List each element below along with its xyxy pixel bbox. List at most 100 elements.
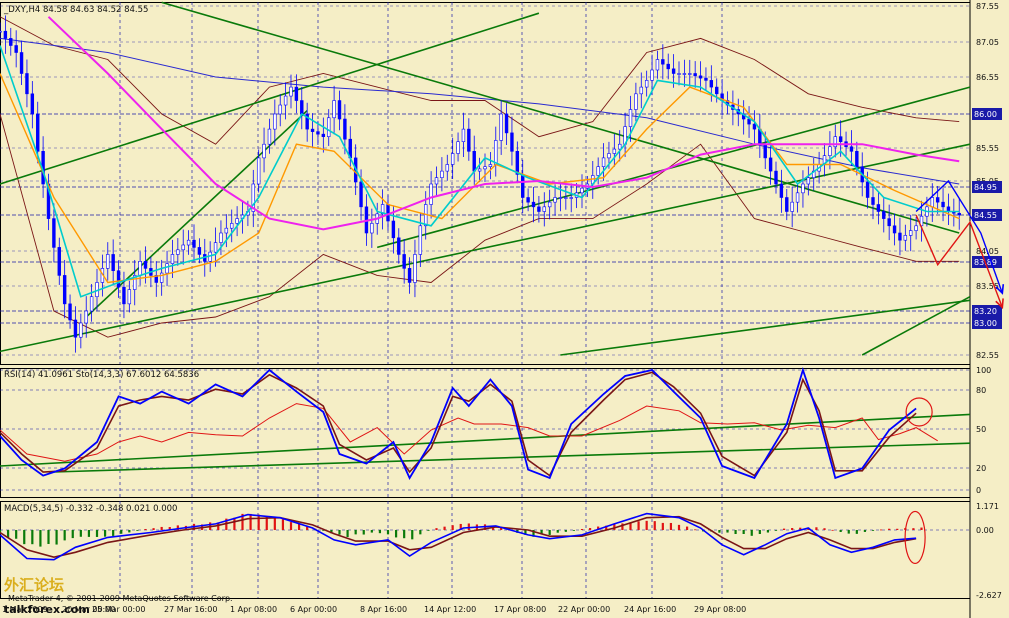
candle-body [143, 261, 148, 269]
candle-body [434, 177, 439, 185]
macd-histogram-bar [564, 530, 567, 532]
candle-body [677, 73, 681, 75]
candle-body [337, 100, 342, 120]
candle-body [795, 192, 800, 203]
candle-body [450, 153, 455, 165]
macd-histogram-bar [750, 530, 753, 536]
candle-body [510, 132, 514, 152]
candle-body [402, 254, 406, 269]
candle-body [327, 117, 331, 137]
macd-histogram-bar [289, 522, 293, 530]
candle-body [580, 187, 584, 194]
candle-body [833, 136, 837, 148]
candle-body [0, 30, 2, 33]
macd-histogram-bar [120, 530, 123, 534]
candles [0, 15, 961, 353]
candle-body [526, 197, 530, 203]
candle-body [558, 197, 563, 199]
macd-histogram-bar [103, 530, 107, 537]
macd-histogram-bar [47, 530, 50, 544]
candle-body [698, 75, 703, 79]
candle-body [903, 235, 908, 241]
candle-body [9, 38, 13, 46]
candle-body [531, 201, 536, 208]
macd-tick-label: 1.171 [976, 502, 999, 511]
candle-body [838, 136, 843, 143]
candle-body [628, 109, 633, 127]
candle-body [273, 113, 277, 130]
candle-body [483, 166, 487, 170]
macd-panel-frame [0, 501, 971, 599]
candle-body [256, 157, 261, 185]
time-axis-label: 22 Apr 00:00 [558, 605, 610, 614]
time-axis-label: 29 Apr 08:00 [694, 605, 746, 614]
macd-histogram-bar [354, 530, 357, 535]
macd-histogram-bar [443, 526, 446, 530]
macd-histogram-bar [394, 530, 398, 538]
macd-histogram-bar [160, 526, 163, 530]
candle-body [682, 73, 687, 75]
candle-body [52, 218, 56, 248]
metatrader-chart-window: 87.5587.0586.5586.0085.5585.0584.9584.55… [0, 0, 1009, 618]
candle-body [887, 218, 891, 227]
candle-body [515, 151, 520, 175]
price-tick-label: 85.55 [976, 144, 999, 153]
macd-tick-label: -2.627 [976, 591, 1002, 600]
candle-body [300, 100, 304, 115]
macd-histogram-bar [346, 530, 349, 538]
candle-body [882, 211, 886, 219]
copyright-text: MetaTrader 4, © 2001-2009 MetaQuotes Sof… [8, 594, 233, 603]
macd-histogram-bar [742, 530, 745, 534]
macd-histogram-bar [896, 528, 899, 530]
candle-body [693, 73, 697, 77]
candle-body [914, 225, 918, 231]
candle-body [499, 113, 503, 141]
candle-body [3, 30, 8, 39]
macd-histogram-bar [112, 530, 115, 536]
candle-body [488, 164, 493, 167]
candle-body [321, 133, 326, 137]
candle-body [283, 95, 288, 106]
macd-histogram-bar [920, 527, 923, 530]
macd-histogram [0, 513, 923, 547]
candle-body [504, 113, 509, 134]
rsi-line [0, 403, 938, 462]
candle-body [127, 289, 132, 305]
macd-histogram-bar [782, 528, 786, 530]
macd-histogram-bar [556, 530, 559, 533]
rsi-tick-label: 50 [976, 425, 986, 434]
macd-histogram-bar [152, 528, 155, 530]
candle-body [639, 86, 643, 95]
candle-body [230, 223, 234, 229]
macd-histogram-bar [847, 530, 850, 534]
macd-histogram-bar [403, 530, 406, 539]
candle-body [418, 225, 423, 255]
time-axis-label: 14 Apr 12:00 [424, 605, 476, 614]
rsi-highlight-circle [905, 397, 933, 427]
trend-line [560, 299, 971, 356]
candle-body [935, 197, 940, 203]
candle-body [704, 77, 708, 81]
macd-histogram-bar [669, 522, 673, 530]
macd-histogram-bar [31, 530, 34, 545]
candle-body [785, 197, 789, 212]
candle-body [612, 148, 617, 154]
candle-body [806, 177, 811, 185]
candle-body [542, 206, 546, 212]
candle-body [289, 86, 293, 97]
chart-canvas: 87.5587.0586.5586.0085.5585.0584.9584.55… [0, 0, 1005, 618]
candle-body [537, 206, 541, 212]
macd-histogram-bar [694, 529, 697, 531]
candle-body [564, 197, 568, 199]
candle-body [73, 319, 78, 338]
price-tick-label: 87.55 [976, 2, 999, 11]
macd-histogram-bar [685, 526, 689, 530]
candle-body [57, 247, 61, 276]
time-axis-label: 6 Apr 00:00 [290, 605, 337, 614]
macd-histogram-bar [39, 530, 42, 547]
macd-histogram-bar [23, 530, 26, 545]
macd-histogram-bar [734, 530, 737, 535]
candle-body [768, 157, 773, 172]
candle-body [671, 68, 676, 74]
candle-body [801, 183, 805, 194]
